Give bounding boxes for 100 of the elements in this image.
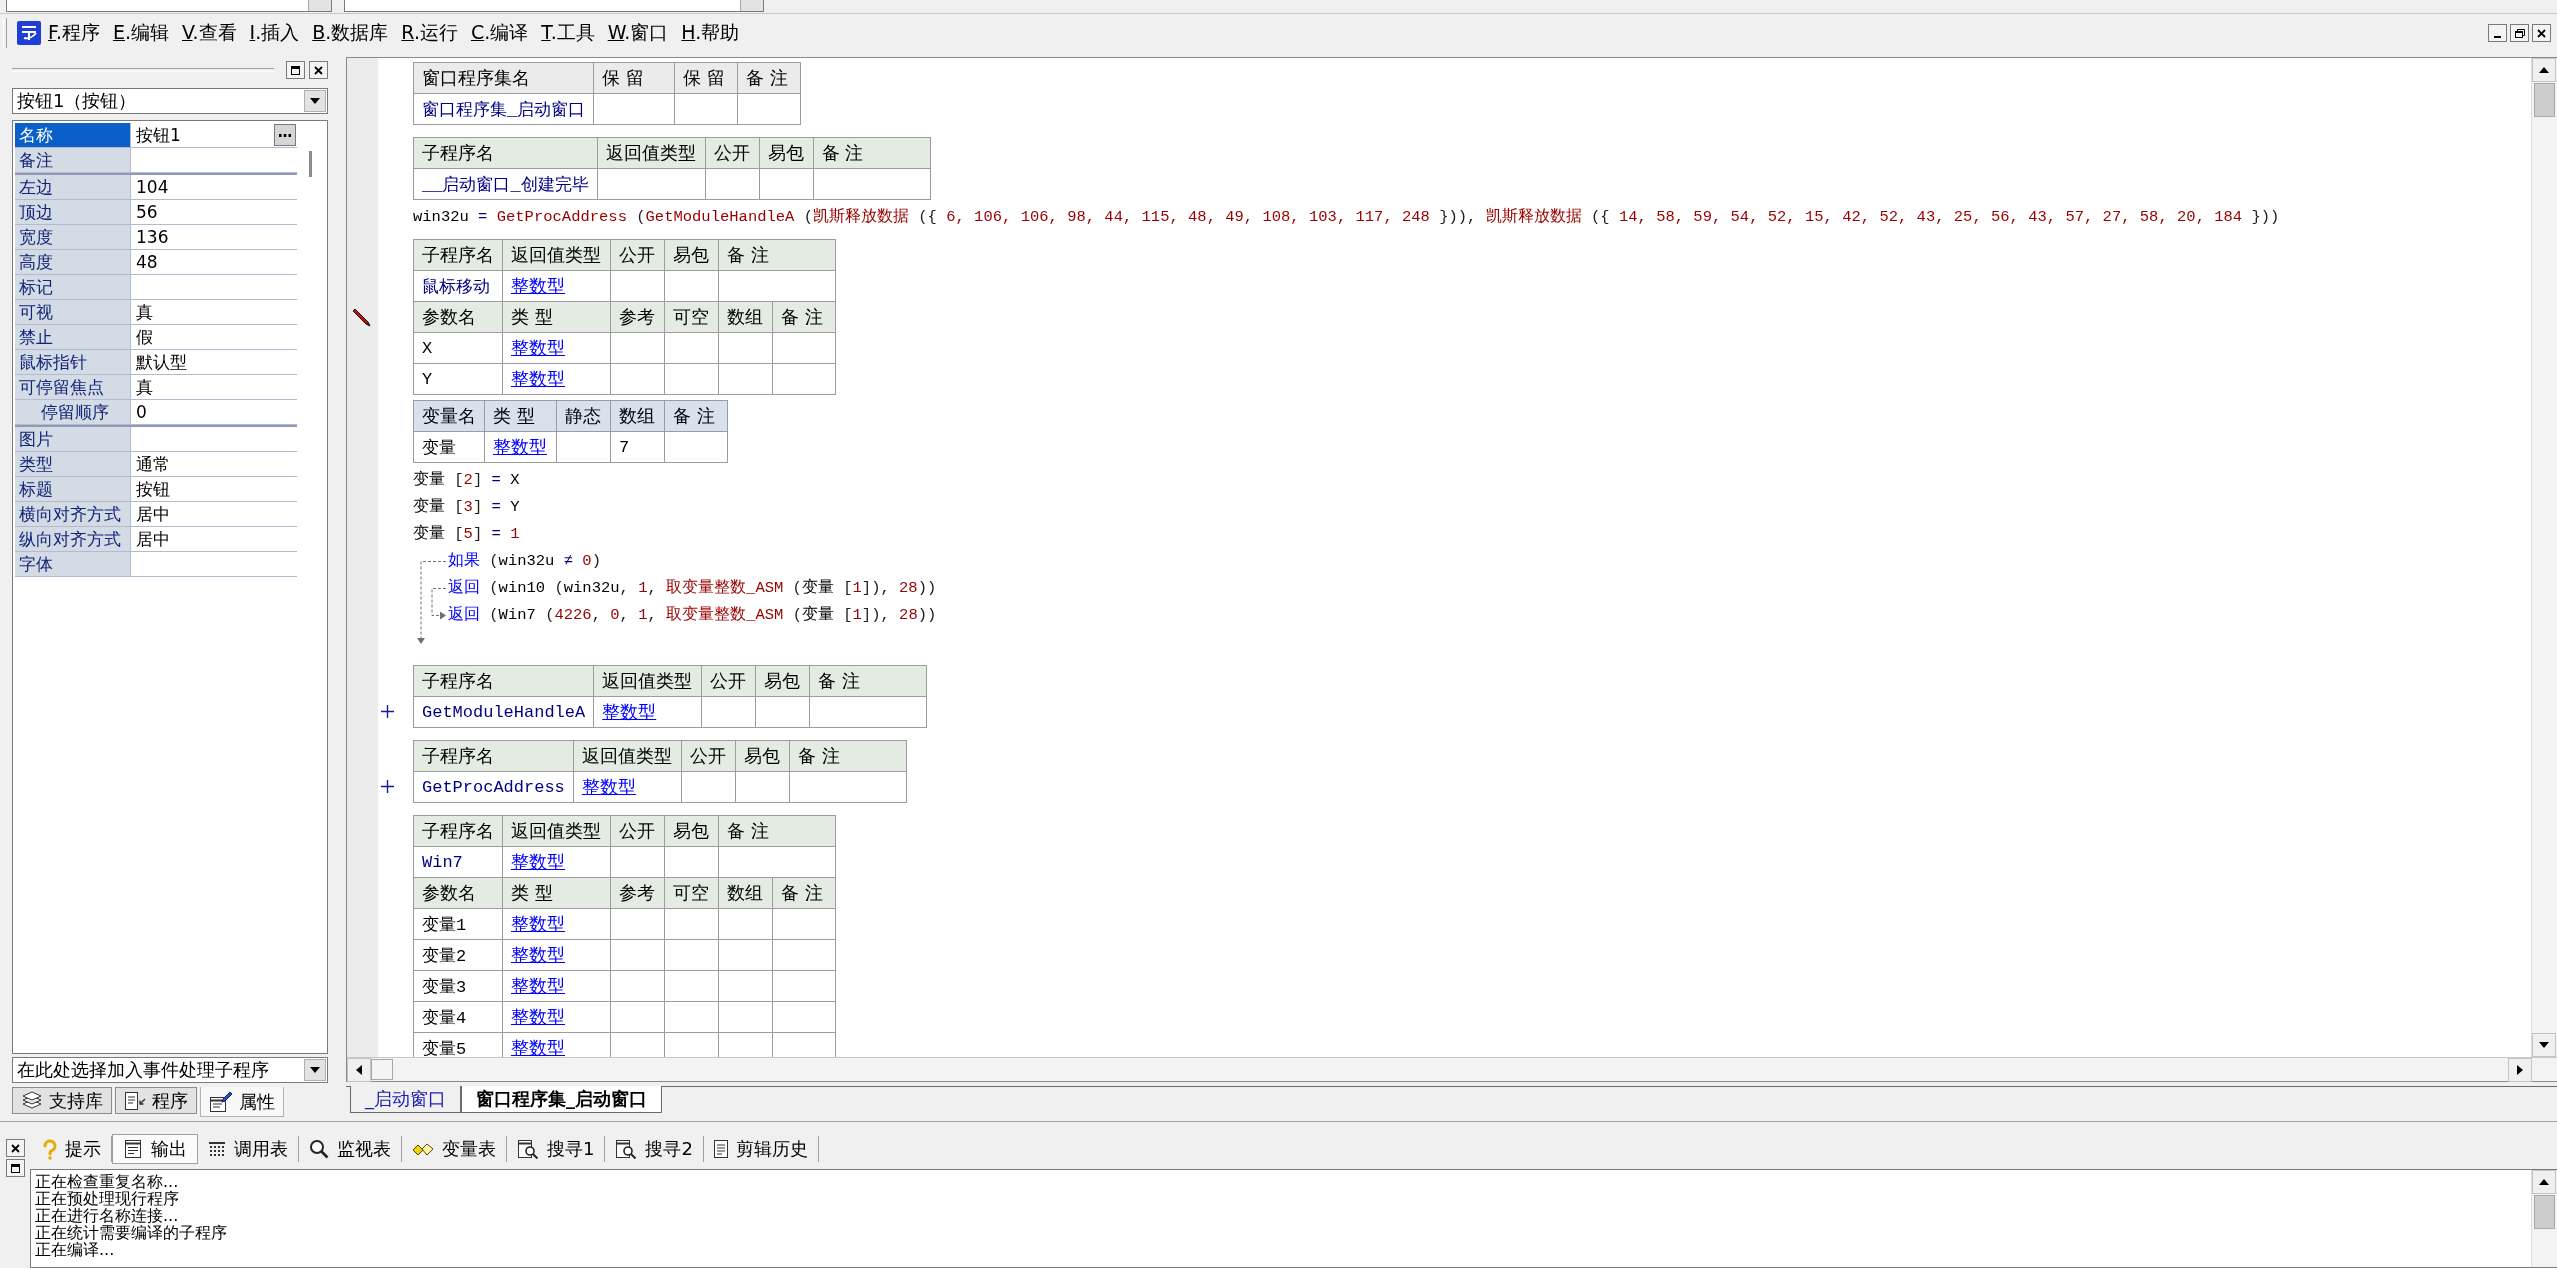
- column-header: 易包: [664, 239, 719, 271]
- plus-icon[interactable]: [381, 780, 394, 793]
- column-header: 公开: [681, 740, 736, 772]
- close-button[interactable]: [309, 61, 328, 79]
- plus-icon[interactable]: [381, 705, 394, 718]
- column-header: 参考: [610, 301, 665, 333]
- column-header: 备 注: [789, 740, 907, 772]
- property-name[interactable]: 高度: [15, 250, 130, 274]
- output-tab[interactable]: 搜寻1: [507, 1136, 606, 1162]
- property-value-field[interactable]: 居中: [130, 527, 297, 551]
- editor-tab[interactable]: _启动窗口: [350, 1086, 461, 1113]
- maximize-button[interactable]: [5, 1159, 25, 1177]
- panel-tab[interactable]: 支持库: [12, 1087, 112, 1114]
- property-value-field[interactable]: 居中: [130, 502, 297, 526]
- output-line: 正在预处理现行程序: [35, 1190, 180, 1207]
- panel-tab[interactable]: 属性: [200, 1087, 284, 1117]
- menu-item[interactable]: T.工具: [535, 16, 601, 50]
- minimize-button[interactable]: [2488, 24, 2507, 42]
- output-tab[interactable]: 调用表: [198, 1136, 299, 1162]
- property-name[interactable]: 可停留焦点: [15, 375, 130, 399]
- menu-item[interactable]: C.编译: [464, 16, 535, 50]
- output-tab[interactable]: 输出: [112, 1134, 198, 1164]
- output-tab[interactable]: 搜寻2: [605, 1136, 704, 1162]
- scrollbar-thumb[interactable]: [2534, 1195, 2555, 1229]
- property-name[interactable]: 左边: [15, 175, 130, 199]
- event-dropdown[interactable]: 在此处选择加入事件处理子程序: [12, 1057, 328, 1083]
- dropdown-button[interactable]: [304, 1059, 326, 1081]
- property-value-field[interactable]: 真: [130, 375, 297, 399]
- close-button[interactable]: [5, 1139, 25, 1157]
- menu-item[interactable]: I.插入: [243, 16, 306, 50]
- restore-icon: [2514, 28, 2525, 38]
- property-name[interactable]: 鼠标指针: [15, 350, 130, 374]
- scroll-down-button[interactable]: [2532, 1033, 2556, 1057]
- column-header: 返回值类型: [593, 665, 702, 697]
- column-header: 静态: [556, 400, 611, 432]
- ellipsis-button[interactable]: [274, 124, 296, 146]
- property-name[interactable]: 备注: [15, 148, 130, 172]
- property-name[interactable]: 顶边: [15, 200, 130, 224]
- close-button[interactable]: [2532, 24, 2551, 42]
- scroll-left-button[interactable]: [347, 1058, 371, 1082]
- column-header: 备 注: [718, 815, 836, 847]
- property-name[interactable]: 标题: [15, 477, 130, 501]
- menu-item[interactable]: E.编辑: [106, 16, 175, 50]
- table-cell: 变量1: [413, 908, 503, 940]
- property-value-field[interactable]: 104: [130, 175, 297, 199]
- scroll-right-button[interactable]: [2508, 1058, 2532, 1082]
- property-value-field[interactable]: 56: [130, 200, 297, 224]
- column-header: 类 型: [484, 400, 557, 432]
- menu-item[interactable]: V.查看: [176, 16, 243, 50]
- column-header: 子程序名: [413, 239, 503, 271]
- restore-button[interactable]: [2510, 24, 2529, 42]
- property-value-field[interactable]: 48: [130, 250, 297, 274]
- property-value-field[interactable]: 0: [130, 400, 297, 424]
- code-line: 变量 [5] = 1: [413, 523, 520, 545]
- output-tab[interactable]: 变量表: [402, 1136, 507, 1162]
- property-name[interactable]: 字体: [15, 552, 130, 576]
- property-name[interactable]: 可视: [15, 300, 130, 324]
- scrollbar-thumb[interactable]: [2534, 83, 2555, 117]
- dropdown-button[interactable]: [304, 90, 326, 112]
- property-name[interactable]: 名称: [15, 123, 130, 147]
- caret-icon: [310, 1067, 320, 1073]
- menu-item[interactable]: B.数据库: [306, 16, 395, 50]
- output-tab[interactable]: 剪辑历史: [703, 1136, 819, 1162]
- column-header: 参数名: [413, 301, 503, 333]
- code-line: win32u = GetProcAddress (GetModuleHandleA (凯斯释放数据 ({ 6, 106, 106, 98, 44, 115, 48, 49, 108, 103, 117, 248 })), 凯斯释放数据 ({ 14, 58, 59, 54, 52, 15, 42, 52, 43, 25, 56, 43, 57, 27, 58, 20, 184 })): [413, 207, 2280, 228]
- property-name[interactable]: 图片: [15, 427, 130, 451]
- scroll-up-button[interactable]: [2532, 58, 2556, 82]
- maximize-button[interactable]: [286, 61, 305, 79]
- property-name[interactable]: 禁止: [15, 325, 130, 349]
- property-value-field[interactable]: 真: [130, 300, 297, 324]
- panel-tab[interactable]: 程序: [115, 1087, 197, 1114]
- property-name[interactable]: 停留顺序: [15, 400, 130, 424]
- document-search-icon: [615, 1139, 638, 1159]
- maximize-icon: [10, 1163, 20, 1173]
- table-cell: 变量3: [413, 970, 503, 1002]
- document-icon: [713, 1140, 728, 1158]
- output-tab[interactable]: 监视表: [299, 1136, 402, 1162]
- property-name[interactable]: 横向对齐方式: [15, 502, 130, 526]
- property-value-field[interactable]: 按钮: [130, 477, 297, 501]
- property-name[interactable]: 标记: [15, 275, 130, 299]
- scrollbar-thumb[interactable]: [371, 1059, 393, 1080]
- scrollbar-thumb[interactable]: [309, 151, 312, 177]
- property-value-field[interactable]: 136: [130, 225, 297, 249]
- property-name[interactable]: 类型: [15, 452, 130, 476]
- property-name[interactable]: 宽度: [15, 225, 130, 249]
- glasses-icon: [412, 1142, 434, 1156]
- property-value-field[interactable]: 通常: [130, 452, 297, 476]
- property-value-field[interactable]: 默认型: [130, 350, 297, 374]
- object-dropdown[interactable]: 按钮1（按钮）: [12, 88, 328, 114]
- menu-item[interactable]: R.运行: [395, 16, 464, 50]
- close-icon: [314, 65, 323, 75]
- scroll-up-button[interactable]: [2532, 1170, 2556, 1194]
- property-value-field[interactable]: 假: [130, 325, 297, 349]
- menu-item[interactable]: H.帮助: [675, 16, 746, 50]
- table-cell: Y: [413, 363, 503, 395]
- property-name[interactable]: 纵向对齐方式: [15, 527, 130, 551]
- menu-item[interactable]: F.程序: [42, 16, 106, 50]
- editor-tab[interactable]: 窗口程序集_启动窗口: [461, 1086, 662, 1113]
- column-header: 可空: [664, 301, 719, 333]
- menu-item[interactable]: W.窗口: [601, 16, 675, 50]
